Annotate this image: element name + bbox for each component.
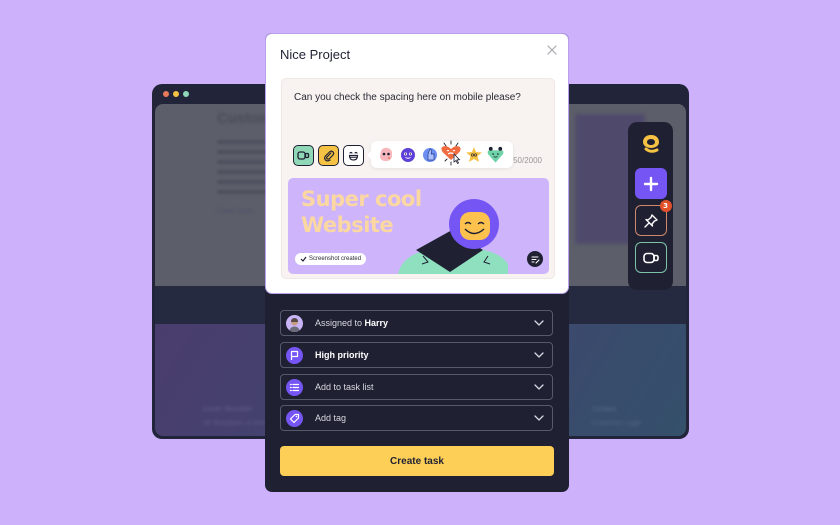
blurred-line	[217, 190, 267, 194]
video-camera-icon	[642, 252, 659, 263]
thumbs-up-emoji[interactable]	[420, 145, 439, 164]
heart-emoji[interactable]	[441, 140, 461, 166]
assignee-label: Assigned to Harry	[315, 318, 532, 328]
blurred-line	[217, 150, 267, 154]
pin-button[interactable]: 3	[634, 200, 672, 236]
attach-button[interactable]	[318, 145, 339, 166]
list-icon	[286, 378, 303, 396]
emoji-button[interactable]	[343, 145, 364, 166]
annotate-pencil-icon	[530, 255, 540, 264]
screenshot-status-label: Screenshot created	[309, 256, 362, 262]
priority-label: High priority	[315, 350, 532, 360]
purple-blob-emoji[interactable]	[398, 145, 417, 164]
priority-value: High priority	[315, 350, 369, 360]
chevron-down-icon	[534, 352, 544, 358]
close-icon	[547, 45, 557, 55]
assignee-name: Harry	[364, 318, 389, 328]
annotate-button[interactable]	[527, 251, 543, 267]
star-emoji[interactable]	[464, 145, 483, 164]
screenshot-status-badge: Screenshot created	[295, 253, 367, 265]
minimize-window-dot[interactable]	[173, 91, 179, 97]
blurred-footer-text: Cover Structure	[203, 406, 253, 413]
add-button[interactable]	[634, 168, 667, 199]
side-toolbar: 3	[628, 122, 673, 290]
modal-header-card: Nice Project Can you check the spacing h…	[265, 33, 569, 294]
pushpin-icon	[643, 213, 658, 228]
pink-blob-emoji[interactable]	[376, 145, 395, 164]
tag-dropdown[interactable]: Add tag	[280, 405, 553, 431]
task-list-dropdown[interactable]: Add to task list	[280, 374, 553, 400]
maximize-window-dot[interactable]	[183, 91, 189, 97]
green-heart-emoji[interactable]	[486, 145, 505, 164]
emoji-picker	[367, 140, 513, 168]
blurred-footer-text: Customer Login	[592, 420, 642, 427]
smiling-character-illustration	[398, 199, 508, 274]
screenshot-preview[interactable]: Super cool Website Screenshot created	[288, 178, 549, 274]
blurred-line	[217, 160, 267, 164]
smile-icon	[348, 151, 359, 161]
create-task-modal: Nice Project Can you check the spacing h…	[265, 33, 569, 492]
blurred-footer-text: Contact	[592, 406, 617, 413]
record-button[interactable]	[634, 242, 667, 273]
comment-composer[interactable]: Can you check the spacing here on mobile…	[281, 78, 555, 279]
blurred-line	[217, 140, 267, 144]
flag-icon	[286, 346, 303, 364]
assignee-prefix: Assigned to	[315, 318, 365, 328]
task-list-label: Add to task list	[315, 382, 374, 392]
record-video-button[interactable]	[293, 145, 314, 166]
checkmark-icon	[300, 256, 307, 262]
q-logo-icon[interactable]	[639, 130, 663, 156]
close-window-dot[interactable]	[163, 91, 169, 97]
composer-tools	[293, 145, 364, 166]
video-camera-icon	[297, 151, 310, 160]
blurred-footer-text: All Templates & Docs	[203, 420, 270, 427]
create-task-button[interactable]: Create task	[280, 446, 554, 476]
chevron-down-icon	[534, 415, 544, 421]
blurred-line	[217, 170, 267, 174]
blurred-line	[217, 180, 267, 184]
priority-dropdown[interactable]: High priority	[280, 342, 553, 368]
chevron-down-icon	[534, 320, 544, 326]
assignee-dropdown[interactable]: Assigned to Harry	[280, 310, 553, 336]
blurred-link: Learn more	[217, 208, 253, 215]
tag-icon	[286, 409, 303, 427]
modal-title: Nice Project	[280, 47, 351, 62]
close-button[interactable]	[545, 42, 559, 56]
chevron-down-icon	[534, 384, 544, 390]
paperclip-icon	[323, 150, 334, 161]
character-counter: 50/2000	[513, 156, 542, 165]
avatar	[286, 314, 303, 332]
comment-text[interactable]: Can you check the spacing here on mobile…	[294, 92, 521, 103]
tag-label: Add tag	[315, 413, 347, 423]
plus-icon	[643, 176, 658, 191]
notification-badge: 3	[659, 200, 672, 212]
